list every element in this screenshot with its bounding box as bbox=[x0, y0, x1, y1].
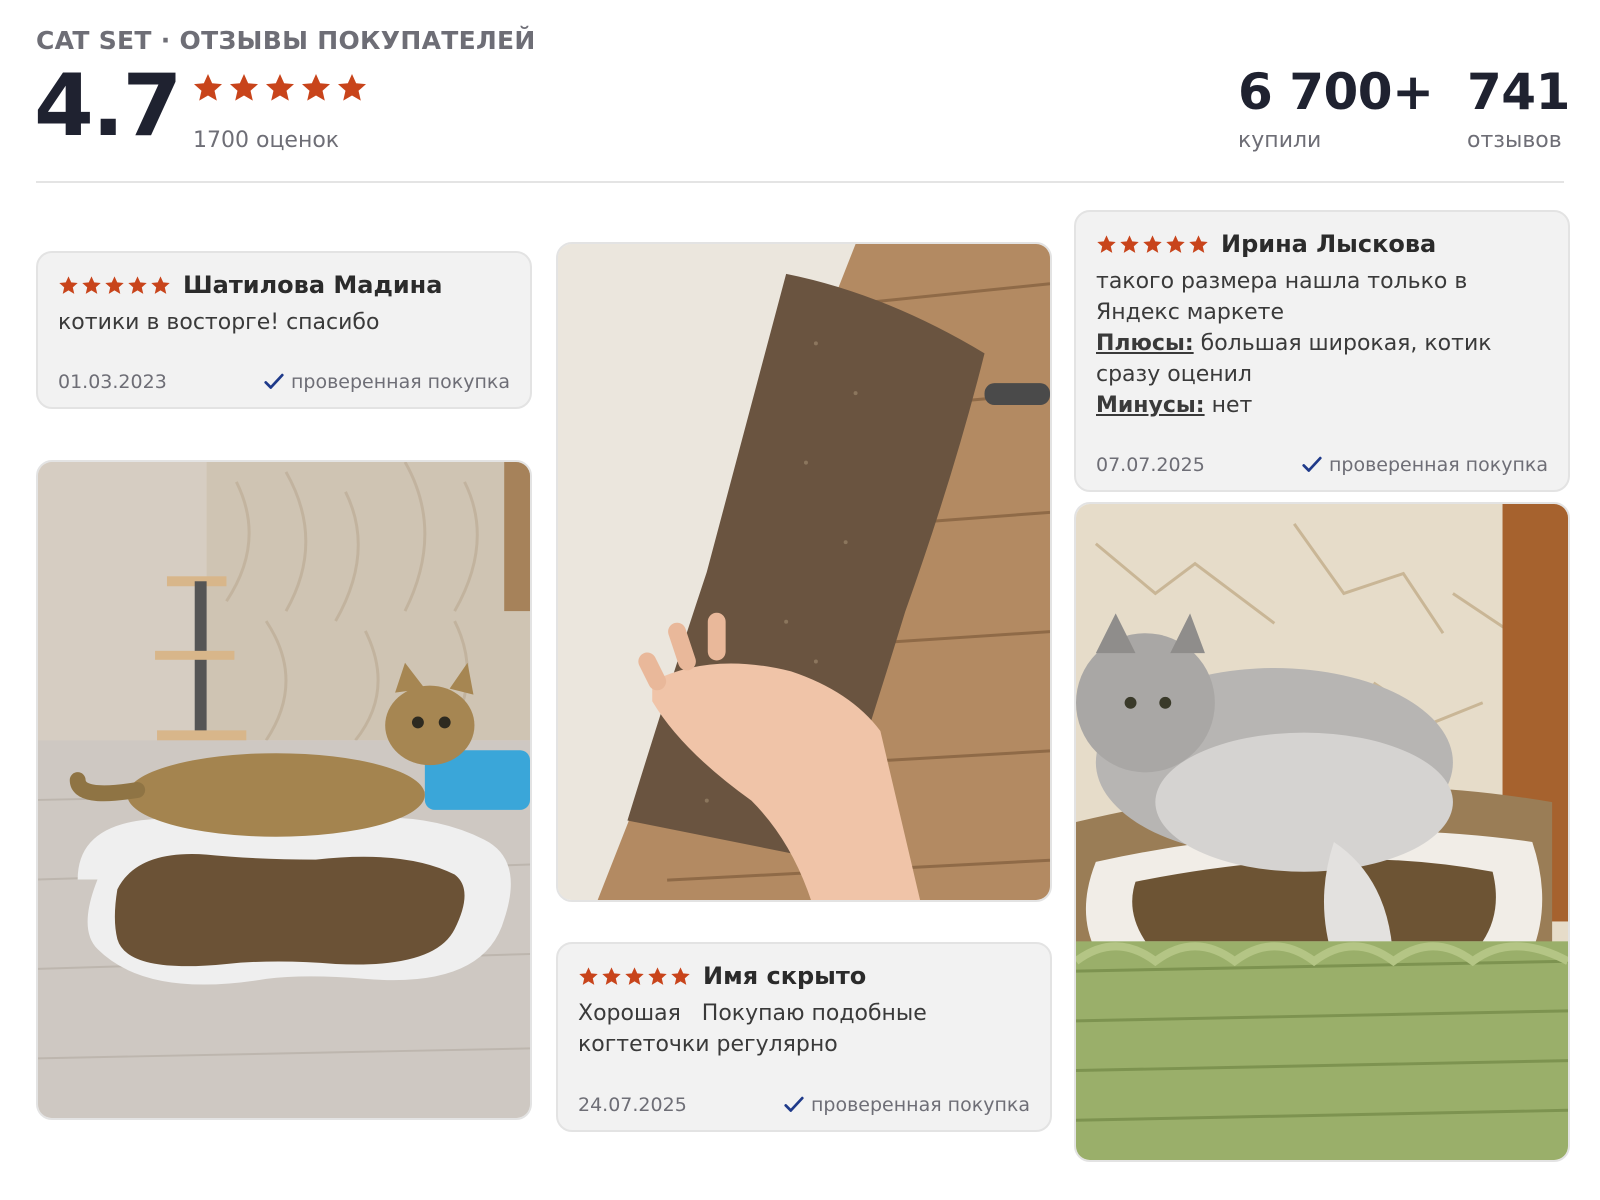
review-date: 07.07.2025 bbox=[1096, 454, 1205, 476]
star-icon bbox=[150, 275, 171, 296]
star-icon bbox=[601, 966, 622, 987]
reviews-stat: 741 отзывов bbox=[1467, 62, 1570, 153]
star-icon bbox=[1188, 234, 1209, 255]
star-icon bbox=[228, 72, 260, 104]
checkmark-icon bbox=[783, 1094, 805, 1116]
review-stars bbox=[578, 966, 691, 987]
review-photo[interactable] bbox=[556, 242, 1052, 902]
review-photo[interactable] bbox=[36, 460, 532, 1120]
reviews-label: отзывов bbox=[1467, 128, 1562, 153]
review-author: Имя скрыто bbox=[703, 962, 867, 990]
review-date: 01.03.2023 bbox=[58, 371, 167, 393]
review-photo[interactable] bbox=[1074, 502, 1570, 1162]
star-icon bbox=[81, 275, 102, 296]
star-icon bbox=[647, 966, 668, 987]
review-text: Хорошая Покупаю подобные когтеточки регу… bbox=[578, 1001, 934, 1057]
review-cons: Минусы: нет bbox=[1096, 390, 1548, 421]
star-icon bbox=[104, 275, 125, 296]
overall-rating: 4.7 bbox=[34, 56, 182, 156]
review-text: такого размера нашла только в Яндекс мар… bbox=[1096, 269, 1468, 325]
cons-text: нет bbox=[1211, 393, 1253, 418]
review-card[interactable]: Шатилова Мадина котики в восторге! спаси… bbox=[36, 251, 532, 409]
review-author: Шатилова Мадина bbox=[183, 271, 443, 299]
buyers-value: 6 700+ bbox=[1238, 63, 1434, 121]
ratings-count: 1700 оценок bbox=[193, 128, 340, 153]
verified-label: проверенная покупка bbox=[290, 371, 510, 393]
overall-stars bbox=[192, 72, 368, 104]
star-icon bbox=[264, 72, 296, 104]
buyers-stat: 6 700+ купили bbox=[1238, 62, 1434, 153]
header-divider bbox=[36, 181, 1564, 183]
star-icon bbox=[624, 966, 645, 987]
checkmark-icon bbox=[263, 371, 285, 393]
star-icon bbox=[336, 72, 368, 104]
review-card[interactable]: Имя скрыто Хорошая Покупаю подобные когт… bbox=[556, 942, 1052, 1132]
reviews-value: 741 bbox=[1467, 63, 1570, 121]
star-icon bbox=[1096, 234, 1117, 255]
star-icon bbox=[578, 966, 599, 987]
star-icon bbox=[1142, 234, 1163, 255]
verified-badge: проверенная покупка bbox=[783, 1094, 1030, 1116]
star-icon bbox=[58, 275, 79, 296]
star-icon bbox=[300, 72, 332, 104]
brand-title: CAT SET · ОТЗЫВЫ ПОКУПАТЕЛЕЙ bbox=[36, 26, 536, 55]
review-stars bbox=[58, 275, 171, 296]
review-body: такого размера нашла только в Яндекс мар… bbox=[1096, 266, 1548, 421]
cons-label: Минусы: bbox=[1096, 393, 1205, 418]
star-icon bbox=[1119, 234, 1140, 255]
verified-badge: проверенная покупка bbox=[1301, 454, 1548, 476]
checkmark-icon bbox=[1301, 454, 1323, 476]
review-date: 24.07.2025 bbox=[578, 1094, 687, 1116]
verified-badge: проверенная покупка bbox=[263, 371, 510, 393]
review-card[interactable]: Ирина Лыскова такого размера нашла тольк… bbox=[1074, 210, 1570, 492]
pros-label: Плюсы: bbox=[1096, 331, 1194, 356]
star-icon bbox=[192, 72, 224, 104]
review-pros: Плюсы: большая широкая, котик сразу оцен… bbox=[1096, 328, 1548, 390]
buyers-label: купили bbox=[1238, 128, 1322, 153]
review-stars bbox=[1096, 234, 1209, 255]
review-author: Ирина Лыскова bbox=[1221, 230, 1437, 258]
verified-label: проверенная покупка bbox=[1328, 454, 1548, 476]
review-text: котики в восторге! спасибо bbox=[58, 310, 380, 335]
star-icon bbox=[1165, 234, 1186, 255]
star-icon bbox=[670, 966, 691, 987]
verified-label: проверенная покупка bbox=[810, 1094, 1030, 1116]
star-icon bbox=[127, 275, 148, 296]
